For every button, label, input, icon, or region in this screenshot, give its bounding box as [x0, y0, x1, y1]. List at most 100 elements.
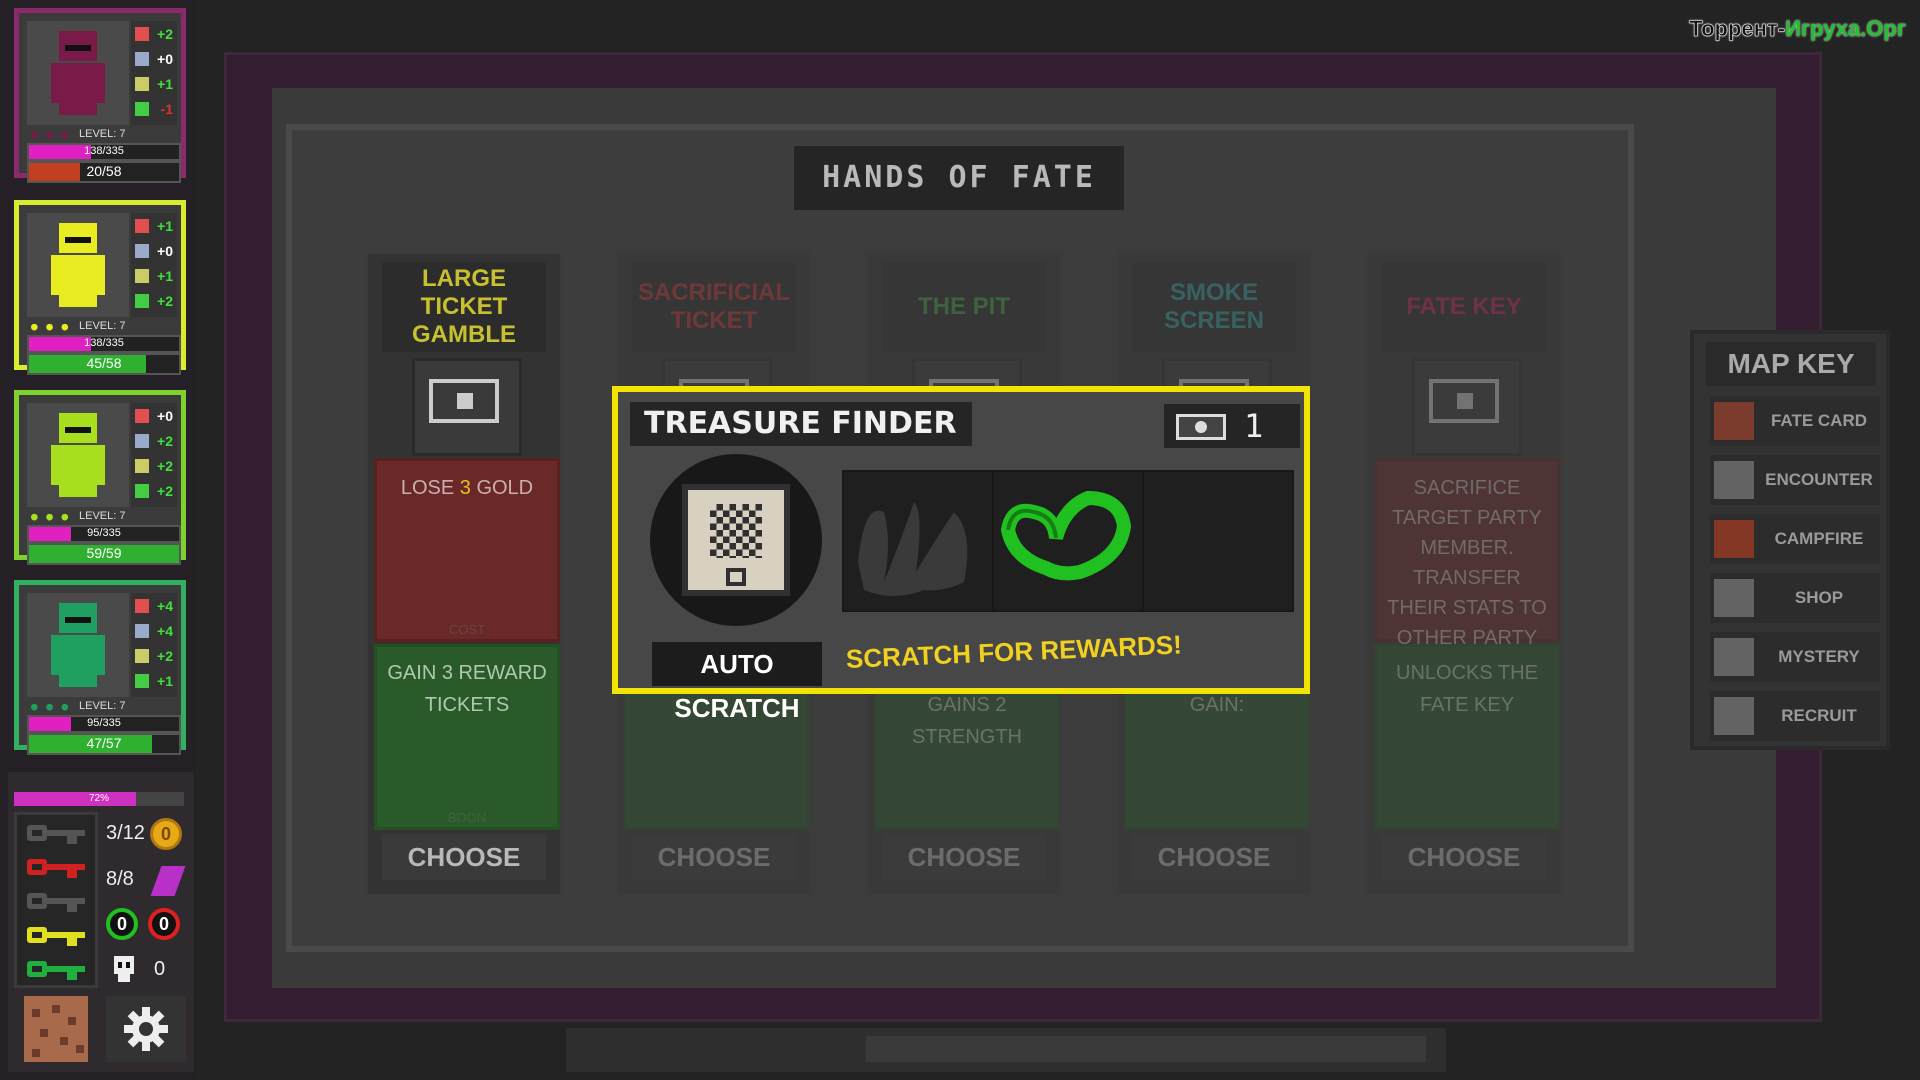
stat-row: +1 [131, 670, 177, 694]
ticket-counter: 1 [1164, 404, 1300, 448]
map-icon [24, 997, 88, 1061]
choose-button[interactable]: CHOOSE [382, 834, 546, 880]
shield-icon [135, 624, 149, 638]
key-icon [27, 823, 89, 845]
party-member-card[interactable]: +4 +4 +2 +1 ● ● ● LEVEL: 7 95/335 47/57 [14, 580, 186, 755]
key-icon [27, 959, 89, 981]
party-member-card[interactable]: +0 +2 +2 +2 ● ● ● LEVEL: 7 95/335 59/59 [14, 390, 186, 565]
sparkle-icon [135, 459, 149, 473]
fate-card-icon [1714, 402, 1754, 440]
auto-scratch-button[interactable]: AUTO SCRATCH [652, 642, 822, 723]
watermark: Торрент-Игруха.Орг [1689, 16, 1906, 42]
health-bar: 95/335 [27, 715, 181, 733]
member-portrait [27, 403, 129, 507]
character-icon [45, 223, 111, 307]
pips-icon: ● ● ● [31, 700, 70, 713]
skull-icon [1714, 697, 1754, 735]
scratch-slot-2[interactable] [992, 470, 1144, 612]
health-bar: 138/335 [27, 335, 181, 353]
stat-value: +1 [157, 218, 173, 234]
ticket-icon [1176, 414, 1226, 440]
fate-card-boon: UNLOCKS THE FATE KEY [1374, 644, 1560, 830]
progress-text: 72% [88, 793, 109, 804]
stamina-text: 47/57 [86, 735, 122, 751]
member-stats: +4 +4 +2 +1 [131, 593, 177, 697]
board-title: HANDS OF FATE [822, 160, 1096, 195]
choose-button[interactable]: CHOOSE [882, 834, 1046, 880]
stat-value: +0 [157, 51, 173, 67]
gold-count: 3/12 [106, 822, 145, 844]
stat-row: +2 [131, 23, 177, 47]
stat-value: +2 [157, 433, 173, 449]
stat-row: +1 [131, 265, 177, 289]
scratch-slot-1[interactable] [842, 470, 994, 612]
stat-row: +2 [131, 645, 177, 669]
health-text: 95/335 [87, 717, 121, 729]
map-key-label: RECRUIT [1781, 706, 1857, 725]
scratch-slot-3[interactable] [1142, 470, 1294, 612]
health-bar: 95/335 [27, 525, 181, 543]
stat-row: +0 [131, 405, 177, 429]
member-level: LEVEL: 7 [79, 128, 126, 140]
sparkle-icon [135, 77, 149, 91]
map-key-item: CAMPFIRE [1710, 514, 1880, 564]
skull-icon [114, 956, 134, 982]
member-portrait [27, 213, 129, 317]
map-key-label: SHOP [1794, 588, 1844, 607]
sword-icon [135, 599, 149, 613]
fate-card-title: FATE KEY [1382, 262, 1546, 352]
stamina-bar: 20/58 [27, 161, 181, 183]
sparkle-icon [135, 649, 149, 663]
fate-card: FATE KEY SACRIFICE TARGET PARTY MEMBER. … [1364, 250, 1564, 898]
party-member-card[interactable]: +2 +0 +1 -1 ● ● ● LEVEL: 7 138/335 20/58 [14, 8, 186, 183]
member-level: LEVEL: 7 [79, 700, 126, 712]
cost-amount: 3 [459, 477, 471, 499]
stat-value: +2 [157, 648, 173, 664]
fate-card-title: LARGE TICKET GAMBLE [382, 262, 546, 352]
shield-icon [135, 52, 149, 66]
ticket-count: 1 [1244, 407, 1264, 445]
shop-icon [1714, 579, 1754, 617]
settings-button[interactable] [106, 996, 186, 1062]
boon-text: GAIN 3 REWARD TICKETS [387, 662, 547, 716]
stat-row: +1 [131, 73, 177, 97]
member-portrait [27, 21, 129, 125]
stat-row: +4 [131, 595, 177, 619]
encounter-icon [1714, 461, 1754, 499]
map-key-panel: MAP KEY FATE CARD ENCOUNTER CAMPFIRE SHO… [1690, 330, 1890, 750]
key-icon [27, 925, 89, 947]
stamina-text: 59/59 [86, 545, 122, 561]
member-level: LEVEL: 7 [79, 320, 126, 332]
fate-card: LARGE TICKET GAMBLE LOSE 3 GOLD COST GAI… [364, 250, 564, 898]
stat-row: +2 [131, 290, 177, 314]
boot-icon [135, 484, 149, 498]
health-text: 138/335 [84, 337, 124, 349]
choose-button[interactable]: CHOOSE [632, 834, 796, 880]
boon-text: UNLOCKS THE FATE KEY [1396, 662, 1538, 716]
treasure-finder-popup: TREASURE FINDER 1 AUTO SCRATCH SCRATCH F… [612, 386, 1310, 723]
key-icon [27, 857, 89, 879]
counters-row: 0 0 [104, 904, 188, 944]
progress-bar: 72% [14, 792, 184, 806]
fate-card-title: THE PIT [882, 262, 1046, 352]
choose-button[interactable]: CHOOSE [1382, 834, 1546, 880]
member-portrait [27, 593, 129, 697]
key-icon [27, 891, 89, 913]
map-button[interactable] [24, 996, 88, 1062]
stat-value: +1 [157, 673, 173, 689]
cost-text-suffix: GOLD [470, 477, 534, 499]
stat-value: +2 [157, 483, 173, 499]
chest-icon [682, 484, 790, 596]
stat-value: +4 [157, 623, 173, 639]
health-text: 95/335 [87, 527, 121, 539]
pips-icon: ● ● ● [31, 320, 70, 333]
party-member-card[interactable]: +1 +0 +1 +2 ● ● ● LEVEL: 7 138/335 45/58 [14, 200, 186, 375]
stat-value: +0 [157, 243, 173, 259]
stat-value: +0 [157, 408, 173, 424]
ticket-icon [412, 358, 522, 456]
stat-value: +1 [157, 76, 173, 92]
health-bar: 138/335 [27, 143, 181, 161]
choose-button[interactable]: CHOOSE [1132, 834, 1296, 880]
shield-icon [135, 244, 149, 258]
stat-row: -1 [131, 98, 177, 122]
